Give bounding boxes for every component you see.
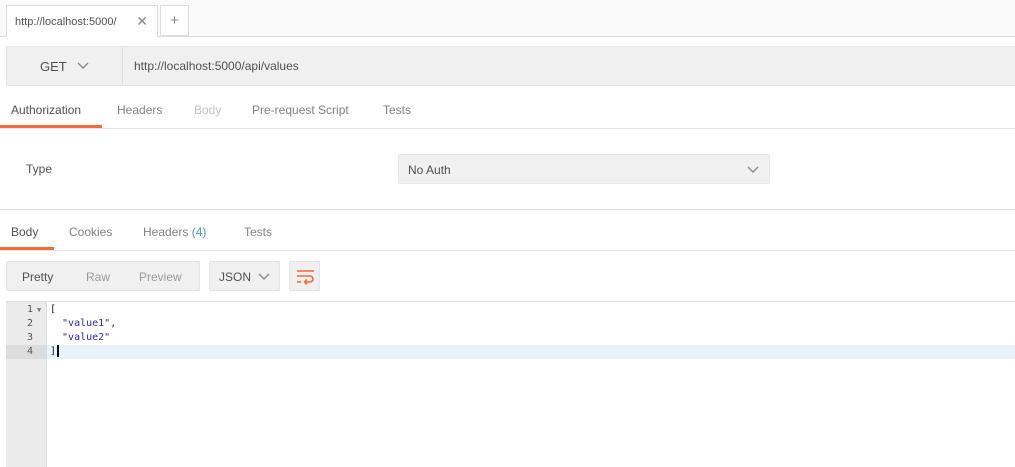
request-tabs: Authorization Headers Body Pre-request S… [0,96,1015,129]
pretty-button[interactable]: Pretty [22,270,53,284]
text-cursor [57,345,60,357]
gutter-cell: 4 [6,345,47,359]
chevron-down-icon [77,62,89,69]
close-icon[interactable]: ✕ [136,13,148,29]
wrap-lines-button[interactable] [289,261,320,291]
code-line: 3 "value2" [6,331,1015,345]
response-body-editor[interactable]: 1 ▼ [ 2 "value1", 3 "value2" 4 ] [6,301,1015,467]
request-tab-label: http://localhost:5000/ [15,16,117,28]
raw-button[interactable]: Raw [86,270,110,284]
section-divider [0,209,1015,210]
auth-type-select[interactable]: No Auth [398,154,770,184]
code-text: [ [50,304,57,315]
chevron-down-icon [747,166,759,173]
code-text-last: ] [50,345,60,359]
method-select[interactable]: GET [7,47,123,85]
tab-tests[interactable]: Tests [383,103,411,117]
chevron-down-icon [258,273,270,280]
preview-button[interactable]: Preview [139,270,182,284]
code-text: "value1", [50,318,117,329]
tab-authorization[interactable]: Authorization [11,103,81,117]
active-response-tab-indicator [0,247,54,250]
code-line: 1 ▼ [ [6,303,1015,317]
url-input[interactable]: http://localhost:5000/api/values [134,59,299,73]
active-tab-indicator [0,125,102,128]
request-tab[interactable]: http://localhost:5000/ ✕ [6,5,158,37]
format-label: JSON [219,270,252,284]
wrap-lines-icon [297,270,314,285]
tab-pre-request-script[interactable]: Pre-request Script [252,103,349,117]
fold-arrow-icon[interactable]: ▼ [37,303,41,317]
response-tab-cookies[interactable]: Cookies [69,225,112,239]
response-tab-body[interactable]: Body [11,225,38,239]
tab-headers[interactable]: Headers [117,103,162,117]
code-text: "value2" [50,332,111,343]
gutter-cell: 3 [6,331,47,345]
line-number: 1 [26,304,33,315]
line-number: 3 [26,332,33,343]
gutter-cell: 1 ▼ [6,303,47,317]
response-tab-headers-label: Headers [143,225,189,239]
new-tab-button[interactable]: + [160,5,189,36]
code-line-active: 4 ] [6,345,1015,359]
line-number: 2 [26,318,33,329]
method-label: GET [40,59,67,74]
auth-type-value: No Auth [408,163,451,177]
format-select[interactable]: JSON [209,261,280,291]
line-number: 4 [26,346,33,357]
tab-body[interactable]: Body [194,103,221,117]
code-text: ] [50,346,57,357]
view-mode-group: Pretty Raw Preview [6,261,200,291]
request-bar: GET http://localhost:5000/api/values [6,46,1015,86]
response-tab-headers[interactable]: Headers (4) [143,225,206,239]
plus-icon: + [170,12,179,29]
code-line: 2 "value1", [6,317,1015,331]
gutter-cell: 2 [6,317,47,331]
headers-count-badge: (4) [191,225,207,239]
response-tabs: Body Cookies Headers (4) Tests [0,218,1015,251]
response-tab-tests[interactable]: Tests [244,225,272,239]
tab-strip: http://localhost:5000/ ✕ + [0,0,1015,37]
auth-type-label: Type [26,162,53,176]
